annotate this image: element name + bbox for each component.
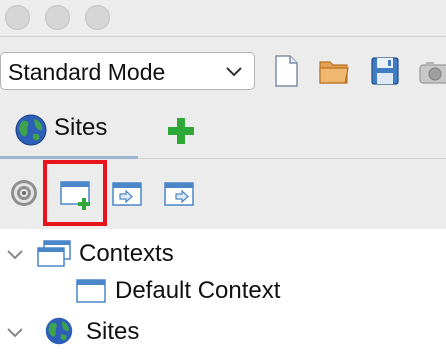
import-context-button[interactable] <box>111 180 145 210</box>
window-titlebar <box>0 0 446 36</box>
new-document-icon <box>275 55 298 87</box>
main-toolbar: Standard Mode <box>0 37 446 101</box>
tree-node-contexts-label: Contexts <box>79 240 174 267</box>
highlight-box <box>43 160 107 226</box>
target-icon <box>11 180 37 206</box>
window-import-icon <box>112 182 142 206</box>
snapshot-button[interactable] <box>418 54 446 88</box>
camera-icon <box>419 62 446 84</box>
tree-node-sites[interactable]: Sites <box>0 313 446 351</box>
save-session-button[interactable] <box>369 54 401 88</box>
tree-node-sites-label: Sites <box>86 318 140 345</box>
chevron-down-icon <box>226 67 242 77</box>
new-session-button[interactable] <box>270 54 302 88</box>
tab-sites-label: Sites <box>54 114 108 141</box>
save-icon <box>371 57 399 85</box>
sites-tree: Contexts Default Context Sites <box>0 229 446 360</box>
plus-icon[interactable] <box>166 116 196 146</box>
zoom-window-button[interactable] <box>85 5 110 30</box>
target-button[interactable] <box>9 178 39 208</box>
close-window-button[interactable] <box>5 5 30 30</box>
mode-select-value: Standard Mode <box>8 59 166 85</box>
chevron-down-icon[interactable] <box>6 323 24 341</box>
tree-node-default-context[interactable]: Default Context <box>0 272 446 310</box>
minimize-window-button[interactable] <box>45 5 70 30</box>
window-export-icon <box>164 182 194 206</box>
tab-bar: Sites <box>0 101 446 159</box>
globe-icon <box>45 317 73 345</box>
globe-icon <box>15 114 47 146</box>
folder-icon <box>319 61 349 84</box>
window-icon <box>76 279 106 303</box>
tree-node-contexts[interactable]: Contexts <box>0 235 446 273</box>
export-context-button[interactable] <box>163 180 197 210</box>
mode-select[interactable]: Standard Mode <box>0 52 255 90</box>
windows-icon <box>37 240 71 267</box>
tree-node-default-context-label: Default Context <box>115 277 281 304</box>
chevron-down-icon[interactable] <box>6 245 24 263</box>
tab-sites[interactable]: Sites <box>0 101 138 159</box>
open-session-button[interactable] <box>318 54 350 88</box>
